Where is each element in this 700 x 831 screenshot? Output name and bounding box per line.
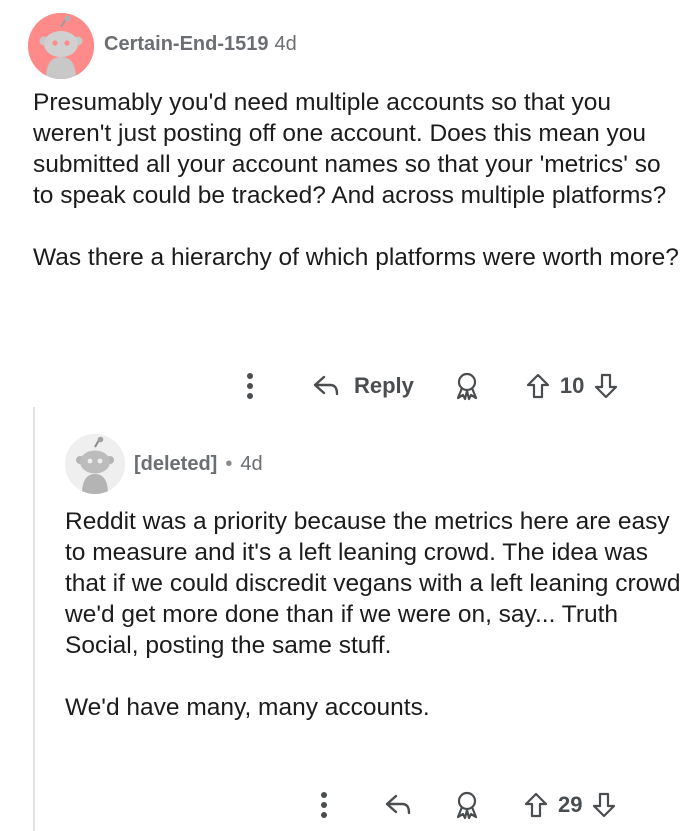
reply-actions: 29 <box>312 787 616 823</box>
downvote-icon[interactable] <box>594 373 618 399</box>
reply-arrow-icon[interactable] <box>384 793 412 817</box>
reply-body: Reddit was a priority because the metric… <box>65 506 685 723</box>
snoo-avatar-icon <box>28 13 94 79</box>
more-vertical-icon[interactable] <box>312 791 336 819</box>
meta-separator: • <box>225 453 233 475</box>
reply-paragraph: Reddit was a priority because the metric… <box>65 508 681 659</box>
reply-arrow-icon <box>312 374 340 398</box>
upvote-icon[interactable] <box>526 373 550 399</box>
snoo-avatar-icon <box>65 434 125 494</box>
reply-meta: [deleted] • 4d <box>134 453 263 476</box>
comment-username[interactable]: Certain-End-1519 <box>104 33 269 56</box>
thread-line[interactable] <box>33 407 35 831</box>
comment-paragraph: Presumably you'd need multiple accounts … <box>33 89 667 209</box>
reply-label: Reply <box>354 373 414 398</box>
comment-score: 10 <box>559 373 585 398</box>
award-icon[interactable] <box>454 371 480 401</box>
downvote-icon[interactable] <box>592 792 616 818</box>
reply-age: 4d <box>240 453 263 475</box>
comment-age: 4d <box>274 33 297 55</box>
reply-paragraph: We'd have many, many accounts. <box>65 694 430 721</box>
comment-paragraph: Was there a hierarchy of which platforms… <box>33 244 679 271</box>
reply-button[interactable]: Reply <box>312 373 414 399</box>
award-icon[interactable] <box>454 790 480 820</box>
comment-meta: Certain-End-1519 4d <box>104 33 297 56</box>
upvote-icon[interactable] <box>524 792 548 818</box>
avatar[interactable] <box>65 434 125 494</box>
reply-username[interactable]: [deleted] <box>134 453 217 476</box>
reply-score: 29 <box>558 792 583 817</box>
more-vertical-icon[interactable] <box>238 372 262 400</box>
comment-actions: Reply 10 <box>238 368 618 404</box>
comment-body: Presumably you'd need multiple accounts … <box>33 87 683 273</box>
avatar[interactable] <box>28 13 94 79</box>
